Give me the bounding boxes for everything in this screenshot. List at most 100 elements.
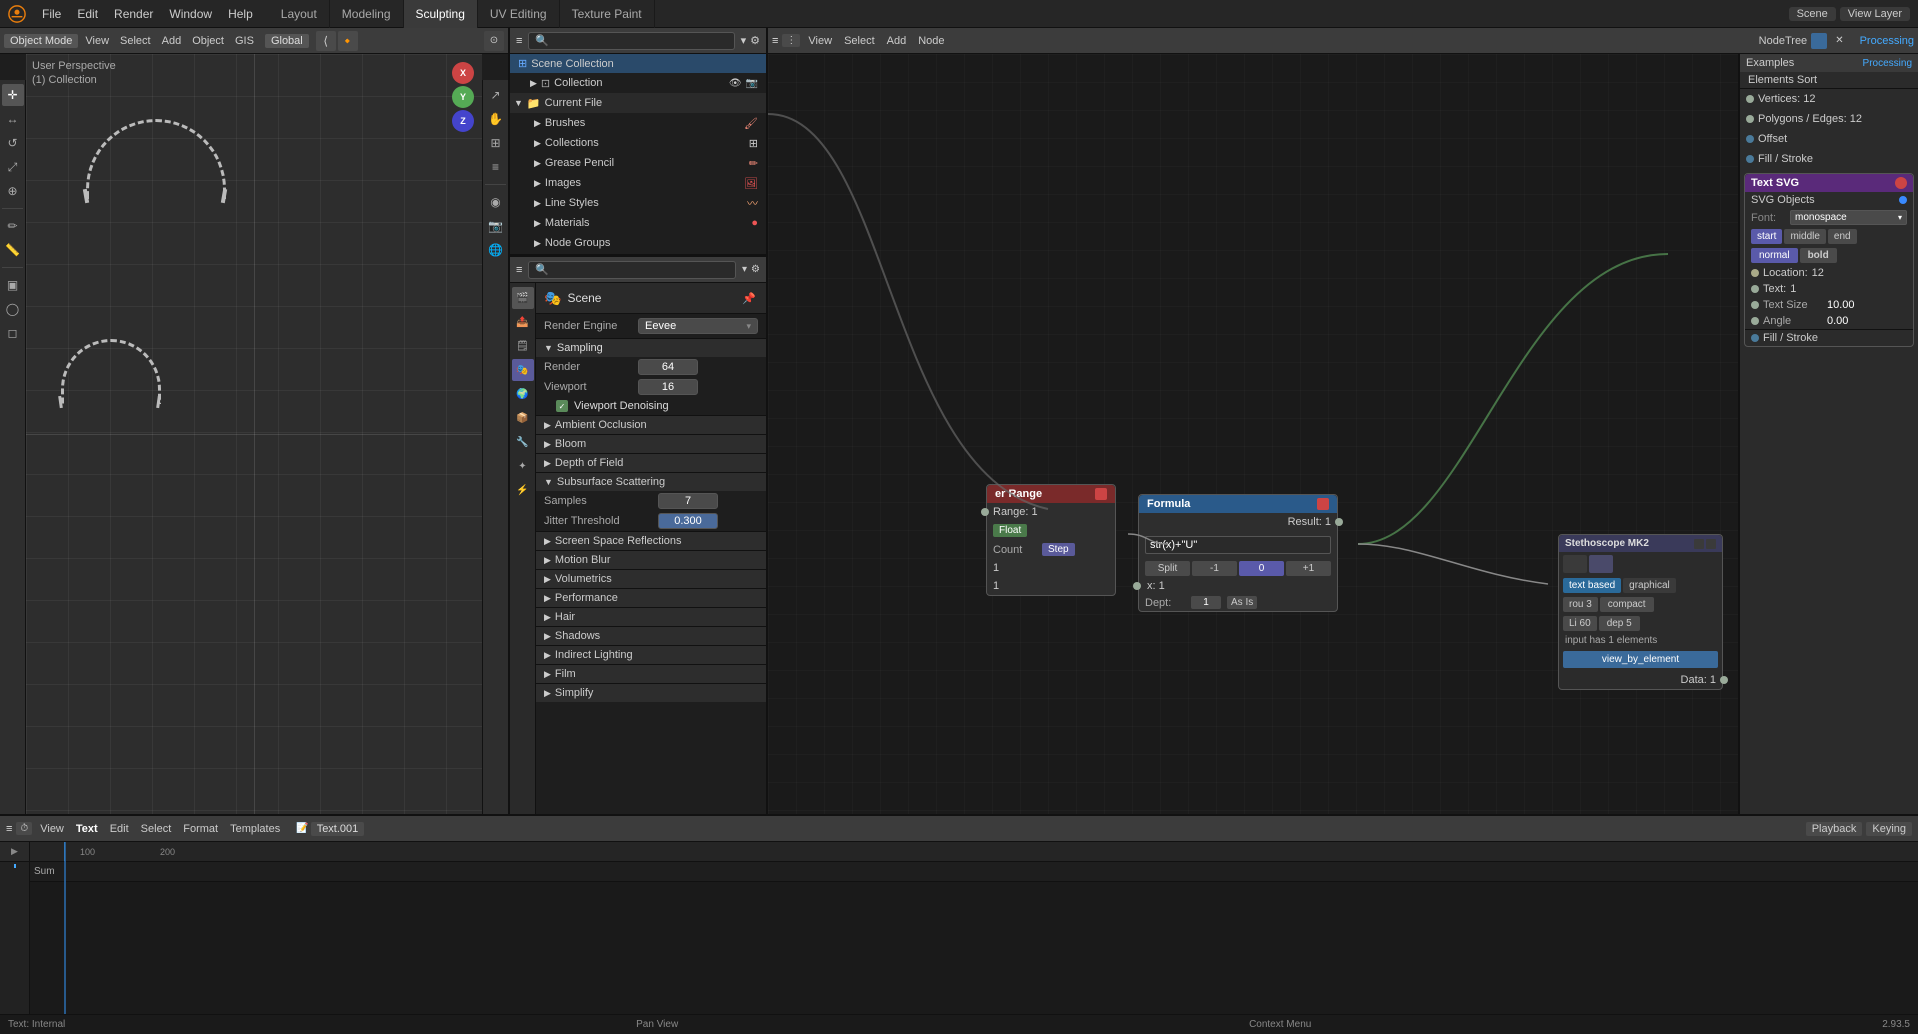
nodegroups-item[interactable]: ▶ Node Groups xyxy=(510,233,766,253)
stet-action-btn[interactable]: view_by_element xyxy=(1563,651,1718,668)
linestyles-item[interactable]: ▶ Line Styles 〰 xyxy=(510,193,766,213)
stet-graphical-tab[interactable]: graphical xyxy=(1623,578,1676,593)
sss-header[interactable]: ▼ Subsurface Scattering xyxy=(536,472,766,491)
formula-asis-btn[interactable]: As Is xyxy=(1227,596,1257,609)
samples-value[interactable]: 7 xyxy=(658,493,718,509)
current-file-header[interactable]: ▼ 📁 Current File xyxy=(510,93,766,113)
align-start-btn[interactable]: start xyxy=(1751,229,1782,244)
formula-split-btn[interactable]: Split xyxy=(1145,561,1190,576)
scene-selector[interactable]: Scene xyxy=(1789,7,1836,21)
camera-icon[interactable]: 📷 xyxy=(485,215,507,237)
measure-icon[interactable]: 📏 xyxy=(2,239,24,261)
collection-item[interactable]: ▶ ⊡ Collection 👁 📷 xyxy=(510,73,766,93)
node-view-btn[interactable]: View xyxy=(804,34,836,48)
ssr-header[interactable]: ▶ Screen Space Reflections xyxy=(536,531,766,550)
eye-icon[interactable]: 👁 xyxy=(729,78,742,89)
denoising-checkbox[interactable]: ✓ xyxy=(556,400,568,412)
physics-tab[interactable]: ⚡ xyxy=(512,479,534,501)
render-tab[interactable]: 🎬 xyxy=(512,287,534,309)
font-dropdown[interactable]: monospace ▾ xyxy=(1790,210,1907,225)
scene-collection-item[interactable]: ⊞ Scene Collection xyxy=(510,54,766,73)
formula-m1-btn[interactable]: -1 xyxy=(1192,561,1237,576)
text-obj-icon[interactable]: 📝 xyxy=(296,823,308,834)
motionblur-header[interactable]: ▶ Motion Blur xyxy=(536,550,766,569)
scene-icon[interactable]: 🌐 xyxy=(485,239,507,261)
text-svg-close-btn[interactable] xyxy=(1895,177,1907,189)
view-layer-tab[interactable]: 🗒 xyxy=(512,335,534,357)
range-step-btn[interactable]: Step xyxy=(1042,543,1075,556)
filter-icon[interactable]: ≡ xyxy=(485,156,507,178)
stet-li-btn[interactable]: Li 60 xyxy=(1563,616,1597,631)
outliner-menu-btn[interactable]: ≡ xyxy=(516,35,522,47)
simplify-header[interactable]: ▶ Simplify xyxy=(536,683,766,702)
gis-btn[interactable]: GIS xyxy=(231,34,258,48)
node-menu-btn[interactable]: ≡ xyxy=(772,35,778,47)
shadows-header[interactable]: ▶ Shadows xyxy=(536,626,766,645)
modifier-tab[interactable]: 🔧 xyxy=(512,431,534,453)
pin-btn[interactable] xyxy=(1811,33,1827,49)
vol-header[interactable]: ▶ Volumetrics xyxy=(536,569,766,588)
tab-uvediting[interactable]: UV Editing xyxy=(478,0,560,28)
magnet-icon[interactable]: 🔸 xyxy=(338,31,358,51)
render-engine-dropdown[interactable]: Eevee ▾ xyxy=(638,318,758,334)
stet-dep-btn[interactable]: dep 5 xyxy=(1599,616,1640,631)
move-icon[interactable]: ↔ xyxy=(2,108,24,130)
cad-icon[interactable]: ▣ xyxy=(2,274,24,296)
tab-texturepaint[interactable]: Texture Paint xyxy=(560,0,655,28)
scene-tab[interactable]: 🎭 xyxy=(512,359,534,381)
greasepencil-item[interactable]: ▶ Grease Pencil ✏ xyxy=(510,153,766,173)
node-editor-icon[interactable]: ⋮ xyxy=(782,34,800,47)
transform-icon[interactable]: ⊕ xyxy=(2,180,24,202)
text-obj-selector[interactable]: Text.001 xyxy=(311,822,365,836)
align-end-btn[interactable]: end xyxy=(1828,229,1857,244)
object-btn[interactable]: Object xyxy=(188,34,228,48)
node-canvas[interactable]: er Range Range: 1 Float Count Step xyxy=(768,54,1738,814)
stet-expand-btn[interactable] xyxy=(1694,539,1704,549)
scale-icon[interactable]: ⤢ xyxy=(2,156,24,178)
tl-templates-btn[interactable]: Templates xyxy=(226,822,284,836)
jitter-value[interactable]: 0.300 xyxy=(658,513,718,529)
tl-menu-btn[interactable]: ≡ xyxy=(6,823,12,835)
tab-sculpting[interactable]: Sculpting xyxy=(404,0,478,28)
stet-settings-btn[interactable] xyxy=(1706,539,1716,549)
nodetree-label[interactable]: NodeTree xyxy=(1759,35,1808,47)
dof-header[interactable]: ▶ Depth of Field xyxy=(536,453,766,472)
ao-header[interactable]: ▶ Ambient Occlusion xyxy=(536,415,766,434)
node-select-btn[interactable]: Select xyxy=(840,34,879,48)
sidebar-icon[interactable]: ↗ xyxy=(485,84,507,106)
viewlayer-selector[interactable]: View Layer xyxy=(1840,7,1910,21)
filter-icon2[interactable]: ▾ xyxy=(741,34,747,47)
tl-edit-btn[interactable]: Edit xyxy=(106,822,133,836)
menu-help[interactable]: Help xyxy=(220,0,261,27)
stet-compact-btn[interactable]: compact xyxy=(1600,597,1654,612)
bloom-header[interactable]: ▶ Bloom xyxy=(536,434,766,453)
materials-item[interactable]: ▶ Materials ● xyxy=(510,213,766,233)
snap-icon[interactable]: ⟨ xyxy=(316,31,336,51)
object-mode-btn[interactable]: Object Mode xyxy=(4,34,78,48)
timeline-icon[interactable]: ⏱ xyxy=(16,822,32,835)
edit-icon[interactable]: ◻ xyxy=(2,322,24,344)
range-float-btn[interactable]: Float xyxy=(993,524,1027,537)
indirect-header[interactable]: ▶ Indirect Lighting xyxy=(536,645,766,664)
overlay-icon[interactable]: ⊙ xyxy=(484,31,504,51)
viewport-value[interactable]: 16 xyxy=(638,379,698,395)
normal-btn[interactable]: normal xyxy=(1751,248,1798,263)
tl-track-area[interactable]: 100 200 Sum xyxy=(30,842,1918,1014)
align-middle-btn[interactable]: middle xyxy=(1784,229,1825,244)
props-menu-btn[interactable]: ≡ xyxy=(516,264,522,276)
render-icon[interactable]: ◉ xyxy=(485,191,507,213)
grab-icon[interactable]: ✋ xyxy=(485,108,507,130)
object-icon[interactable]: ◯ xyxy=(2,298,24,320)
output-tab[interactable]: 📤 xyxy=(512,311,534,333)
view-btn[interactable]: View xyxy=(81,34,113,48)
formula-input-field[interactable]: str(x)+"U" xyxy=(1145,536,1331,554)
settings-icon[interactable]: ⚙ xyxy=(750,34,760,47)
tl-view-btn[interactable]: View xyxy=(36,822,68,836)
perf-header[interactable]: ▶ Performance xyxy=(536,588,766,607)
keying-btn[interactable]: Keying xyxy=(1866,822,1912,836)
node-node-btn[interactable]: Node xyxy=(914,34,948,48)
sampling-header[interactable]: ▼ Sampling xyxy=(536,338,766,357)
bold-btn[interactable]: bold xyxy=(1800,248,1837,263)
formula-depth-val[interactable]: 1 xyxy=(1191,596,1221,609)
menu-edit[interactable]: Edit xyxy=(69,0,106,27)
